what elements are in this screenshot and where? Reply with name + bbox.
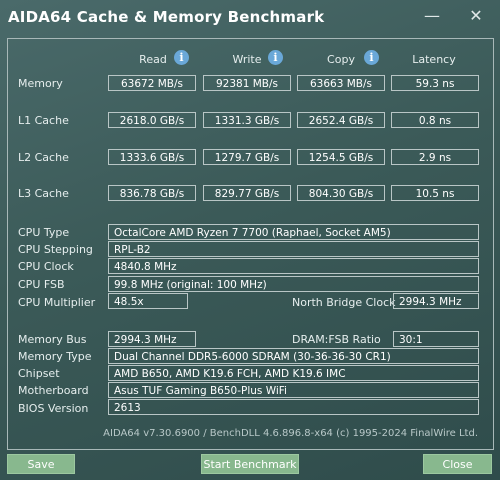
cpu-type-label: CPU Type (18, 226, 70, 239)
version-footer: AIDA64 v7.30.6900 / BenchDLL 4.6.896.8-x… (103, 428, 478, 439)
latency-header: Latency (412, 53, 456, 66)
memory-bus-value: 2994.3 MHz (108, 331, 196, 347)
close-window-icon[interactable]: ✕ (466, 6, 486, 26)
save-button[interactable]: Save (7, 454, 75, 474)
dram-ratio-value: 30:1 (393, 331, 479, 347)
l1-read-value: 2618.0 GB/s (108, 112, 196, 128)
nb-clock-value: 2994.3 MHz (393, 293, 479, 309)
memory-copy-value: 63663 MB/s (297, 75, 385, 91)
memory-type-label: Memory Type (18, 350, 92, 363)
memory-read-value: 63672 MB/s (108, 75, 196, 91)
l1-latency-value: 0.8 ns (391, 112, 479, 128)
cpu-fsb-label: CPU FSB (18, 278, 65, 291)
minimize-icon[interactable]: — (422, 6, 442, 26)
write-info-icon[interactable]: i (268, 50, 283, 65)
l1-copy-value: 2652.4 GB/s (297, 112, 385, 128)
chipset-label: Chipset (18, 367, 60, 380)
l1-write-value: 1331.3 GB/s (203, 112, 291, 128)
l1-row-label: L1 Cache (18, 114, 69, 127)
memory-write-value: 92381 MB/s (203, 75, 291, 91)
title-bar[interactable]: AIDA64 Cache & Memory Benchmark — ✕ (0, 0, 500, 36)
l3-write-value: 829.77 GB/s (203, 185, 291, 201)
cpu-fsb-value: 99.8 MHz (original: 100 MHz) (108, 276, 479, 292)
l2-read-value: 1333.6 GB/s (108, 149, 196, 165)
motherboard-value: Asus TUF Gaming B650-Plus WiFi (108, 382, 479, 398)
cpu-stepping-value: RPL-B2 (108, 241, 479, 257)
read-info-icon[interactable]: i (174, 50, 189, 65)
l3-read-value: 836.78 GB/s (108, 185, 196, 201)
copy-header: Copy (327, 53, 355, 66)
read-header: Read (139, 53, 167, 66)
nb-clock-label: North Bridge Clock (292, 296, 396, 309)
memory-bus-label: Memory Bus (18, 333, 87, 346)
copy-info-icon[interactable]: i (364, 50, 379, 65)
cpu-type-value: OctalCore AMD Ryzen 7 7700 (Raphael, Soc… (108, 224, 479, 240)
l3-latency-value: 10.5 ns (391, 185, 479, 201)
start-benchmark-button[interactable]: Start Benchmark (201, 454, 299, 474)
cpu-clock-label: CPU Clock (18, 260, 74, 273)
memory-type-value: Dual Channel DDR5-6000 SDRAM (30-36-36-3… (108, 348, 479, 364)
memory-row-label: Memory (18, 77, 63, 90)
l3-copy-value: 804.30 GB/s (297, 185, 385, 201)
chipset-value: AMD B650, AMD K19.6 FCH, AMD K19.6 IMC (108, 365, 479, 381)
benchmark-window: AIDA64 Cache & Memory Benchmark — ✕ Read… (0, 0, 500, 480)
write-header: Write (232, 53, 262, 66)
memory-latency-value: 59.3 ns (391, 75, 479, 91)
close-button[interactable]: Close (423, 454, 492, 474)
l2-row-label: L2 Cache (18, 151, 69, 164)
window-title: AIDA64 Cache & Memory Benchmark (8, 8, 325, 26)
bios-value: 2613 (108, 399, 479, 415)
cpu-stepping-label: CPU Stepping (18, 243, 93, 256)
l2-latency-value: 2.9 ns (391, 149, 479, 165)
bios-label: BIOS Version (18, 402, 89, 415)
dram-ratio-label: DRAM:FSB Ratio (292, 333, 381, 346)
cpu-clock-value: 4840.8 MHz (108, 258, 479, 274)
cpu-multiplier-value: 48.5x (108, 293, 188, 309)
l2-copy-value: 1254.5 GB/s (297, 149, 385, 165)
l3-row-label: L3 Cache (18, 187, 69, 200)
l2-write-value: 1279.7 GB/s (203, 149, 291, 165)
motherboard-label: Motherboard (18, 384, 89, 397)
cpu-multiplier-label: CPU Multiplier (18, 296, 96, 309)
